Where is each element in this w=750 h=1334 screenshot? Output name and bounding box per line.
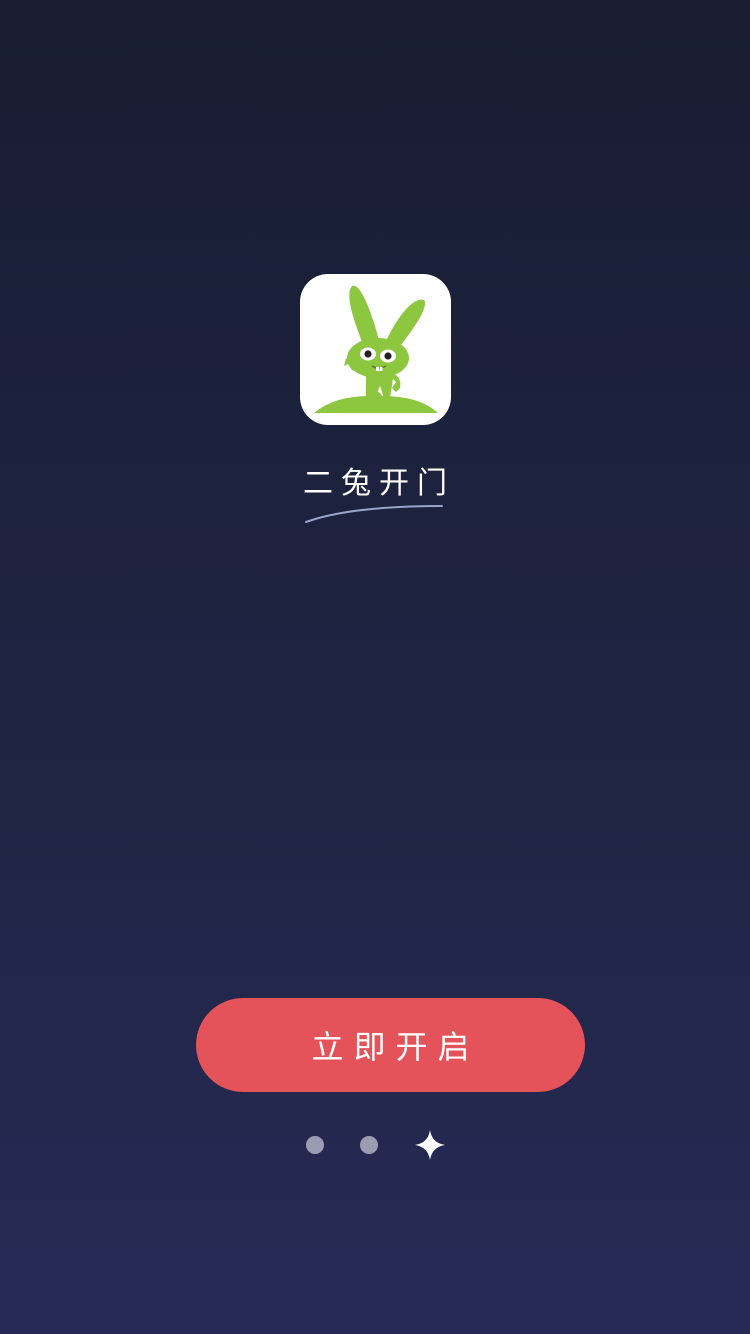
page-dot-1[interactable] [306, 1136, 324, 1154]
page-dot-2[interactable] [360, 1136, 378, 1154]
name-underline-swoosh [305, 505, 443, 523]
sparkle-star-icon[interactable] [414, 1129, 446, 1161]
green-rabbit-icon [314, 285, 438, 413]
page-indicator [290, 1124, 460, 1166]
app-logo [300, 274, 451, 425]
start-now-button[interactable]: 立即开启 [196, 998, 585, 1092]
